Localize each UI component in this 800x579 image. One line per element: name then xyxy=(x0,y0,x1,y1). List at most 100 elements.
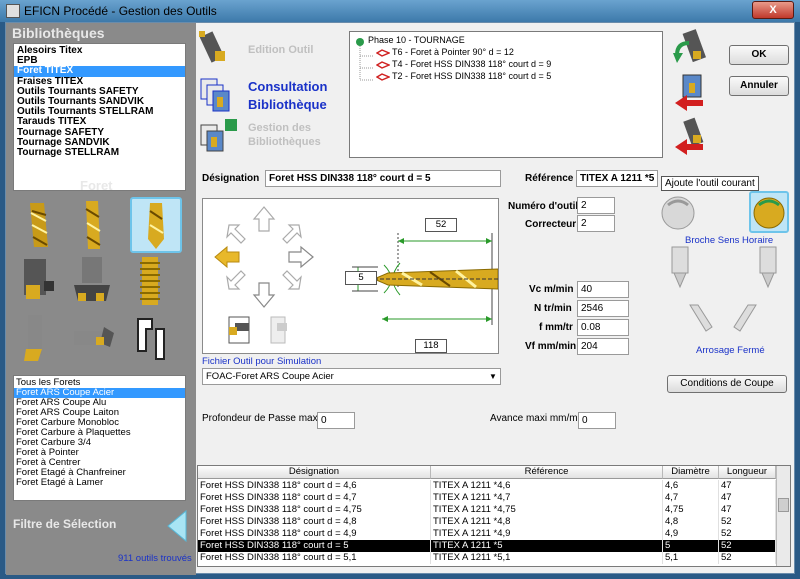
annuler-button[interactable]: Annuler xyxy=(729,76,789,96)
vc-field[interactable]: 40 xyxy=(577,281,629,298)
add-tool-icon[interactable] xyxy=(673,73,707,116)
consultation-line1[interactable]: Consultation xyxy=(248,78,327,95)
table-row[interactable]: Foret HSS DIN338 118° court d = 4,8 TITEX… xyxy=(198,516,776,528)
turning-tool-icon[interactable] xyxy=(16,313,60,365)
caliper-icon[interactable] xyxy=(128,313,172,365)
dim-total[interactable]: 118 xyxy=(415,339,447,353)
table-cell: TITEX A 1211 *4,75 xyxy=(431,504,663,516)
table-row[interactable]: Foret HSS DIN338 118° court d = 4,7 TITEX… xyxy=(198,492,776,504)
drill-icon-2[interactable] xyxy=(70,199,114,251)
f-label: f mm/tr xyxy=(539,322,573,333)
family-title: Foret xyxy=(80,178,113,193)
direction-pad[interactable] xyxy=(209,203,319,313)
consultation-line2[interactable]: Bibliothèque xyxy=(248,96,327,113)
tap-icon[interactable] xyxy=(128,255,172,307)
table-scrollbar[interactable] xyxy=(776,466,790,566)
ok-button[interactable]: OK xyxy=(729,45,789,65)
phase-tree[interactable]: Phase 10 - TOURNAGE T6 - Foret à Pointer… xyxy=(349,31,663,158)
spindle-right-icon[interactable] xyxy=(752,245,782,292)
tree-item-2[interactable]: T4 - Foret HSS DIN338 118° court d = 9 xyxy=(392,59,551,69)
table-cell: Foret HSS DIN338 118° court d = 4,75 xyxy=(198,504,431,516)
gestion-line2[interactable]: Bibliothèques xyxy=(248,135,321,149)
dim-diameter[interactable]: 5 xyxy=(345,271,377,285)
holder-icon-grey[interactable] xyxy=(263,315,293,352)
table-row[interactable]: Foret HSS DIN338 118° court d = 4,75 TITE… xyxy=(198,504,776,516)
milling-insert-icon[interactable] xyxy=(16,255,60,307)
col-reference[interactable]: Référence xyxy=(431,466,663,479)
tree-item-3[interactable]: T2 - Foret HSS DIN338 118° court d = 5 xyxy=(392,71,551,81)
chevron-down-icon[interactable]: ▼ xyxy=(489,372,497,381)
tool-tree-icon xyxy=(375,60,391,72)
table-cell: TITEX A 1211 *5,1 xyxy=(431,552,663,564)
table-cell: 5 xyxy=(663,540,719,552)
spindle-ccw-icon[interactable] xyxy=(658,193,698,236)
spindle-left-icon[interactable] xyxy=(666,245,696,292)
face-mill-icon[interactable] xyxy=(70,255,114,307)
tool-drawing: 52 5 118 xyxy=(202,198,499,354)
table-cell: Foret HSS DIN338 118° court d = 4,7 xyxy=(198,492,431,504)
table-cell: 47 xyxy=(719,492,776,504)
fichier-label: Fichier Outil pour Simulation xyxy=(202,356,322,367)
f-field[interactable]: 0.08 xyxy=(577,319,629,336)
table-cell: 4,7 xyxy=(663,492,719,504)
dim-length[interactable]: 52 xyxy=(425,218,457,232)
table-cell: 4,6 xyxy=(663,480,719,492)
tree-phase[interactable]: Phase 10 - TOURNAGE xyxy=(368,35,465,45)
numero-field[interactable]: 2 xyxy=(577,197,615,214)
table-row[interactable]: Foret HSS DIN338 118° court d = 4,6 TITEX… xyxy=(198,480,776,492)
gestion-line1[interactable]: Gestion des xyxy=(248,121,311,135)
table-cell: TITEX A 1211 *4,6 xyxy=(431,480,663,492)
avance-field[interactable]: 0 xyxy=(578,412,616,429)
table-cell: 47 xyxy=(719,480,776,492)
col-longueur[interactable]: Longueur xyxy=(719,466,776,479)
library-item[interactable]: Alesoirs Titex xyxy=(14,45,185,56)
consultation-icon[interactable] xyxy=(197,75,233,118)
collapse-arrow-icon[interactable] xyxy=(166,509,188,546)
remove-tool-icon[interactable] xyxy=(673,117,707,160)
avance-label: Avance maxi mm/min xyxy=(490,413,586,424)
tree-item-1[interactable]: T6 - Foret à Pointer 90° d = 12 xyxy=(392,47,514,57)
holder-icon[interactable] xyxy=(223,315,253,352)
table-cell: 4,9 xyxy=(663,528,719,540)
drill-icon-1[interactable] xyxy=(16,199,60,251)
undo-tool-icon[interactable] xyxy=(673,29,707,70)
vc-label: Vc m/min xyxy=(529,284,574,295)
app-icon xyxy=(6,4,20,18)
profondeur-field[interactable]: 0 xyxy=(317,412,355,429)
library-item[interactable]: Tournage STELLRAM xyxy=(14,147,185,158)
table-row[interactable]: Foret HSS DIN338 118° court d = 5,1 TITEX… xyxy=(198,552,776,564)
vf-field[interactable]: 204 xyxy=(577,338,629,355)
col-diametre[interactable]: Diamètre xyxy=(663,466,719,479)
table-cell: 52 xyxy=(719,540,776,552)
n-field[interactable]: 2546 xyxy=(577,300,629,317)
conditions-button[interactable]: Conditions de Coupe xyxy=(667,375,787,393)
table-cell: 5,1 xyxy=(663,552,719,564)
reference-field[interactable]: TITEX A 1211 *5 xyxy=(576,170,658,187)
close-button[interactable]: X xyxy=(752,1,794,19)
coolant-left-icon[interactable] xyxy=(686,303,716,336)
fichier-select[interactable]: FOAC-Foret ARS Coupe Acier xyxy=(202,368,501,385)
boring-bar-icon[interactable] xyxy=(70,313,114,365)
edition-icon[interactable] xyxy=(197,29,233,72)
correcteur-field[interactable]: 2 xyxy=(577,215,615,232)
family-list[interactable]: Tous les Forets Foret ARS Coupe Acier Fore… xyxy=(13,375,186,501)
edition-outil-menu[interactable]: Edition Outil xyxy=(248,43,313,57)
table-cell: TITEX A 1211 *4,7 xyxy=(431,492,663,504)
tool-tree-icon xyxy=(375,72,391,84)
scroll-thumb[interactable] xyxy=(778,498,789,512)
spindle-cw-icon[interactable] xyxy=(749,191,789,233)
table-cell: 4,75 xyxy=(663,504,719,516)
gestion-icon[interactable] xyxy=(197,117,243,160)
coolant-right-icon[interactable] xyxy=(730,303,760,336)
tools-table[interactable]: Désignation Référence Diamètre Longueur … xyxy=(197,465,791,567)
table-cell: Foret HSS DIN338 118° court d = 4,8 xyxy=(198,516,431,528)
table-row[interactable]: Foret HSS DIN338 118° court d = 4,9 TITEX… xyxy=(198,528,776,540)
family-item[interactable]: Foret Etagé à Lamer xyxy=(14,478,185,488)
filtre-title: Filtre de Sélection xyxy=(13,517,117,531)
col-designation[interactable]: Désignation xyxy=(198,466,431,479)
library-list[interactable]: Alesoirs Titex EPB Foret TITEX Fraises TITE… xyxy=(13,43,186,191)
table-cell: Foret HSS DIN338 118° court d = 5 xyxy=(198,540,431,552)
designation-field[interactable]: Foret HSS DIN338 118° court d = 5 xyxy=(265,170,501,187)
table-row[interactable]: Foret HSS DIN338 118° court d = 5 TITEX A… xyxy=(198,540,776,552)
drill-icon-selected[interactable] xyxy=(130,197,182,253)
